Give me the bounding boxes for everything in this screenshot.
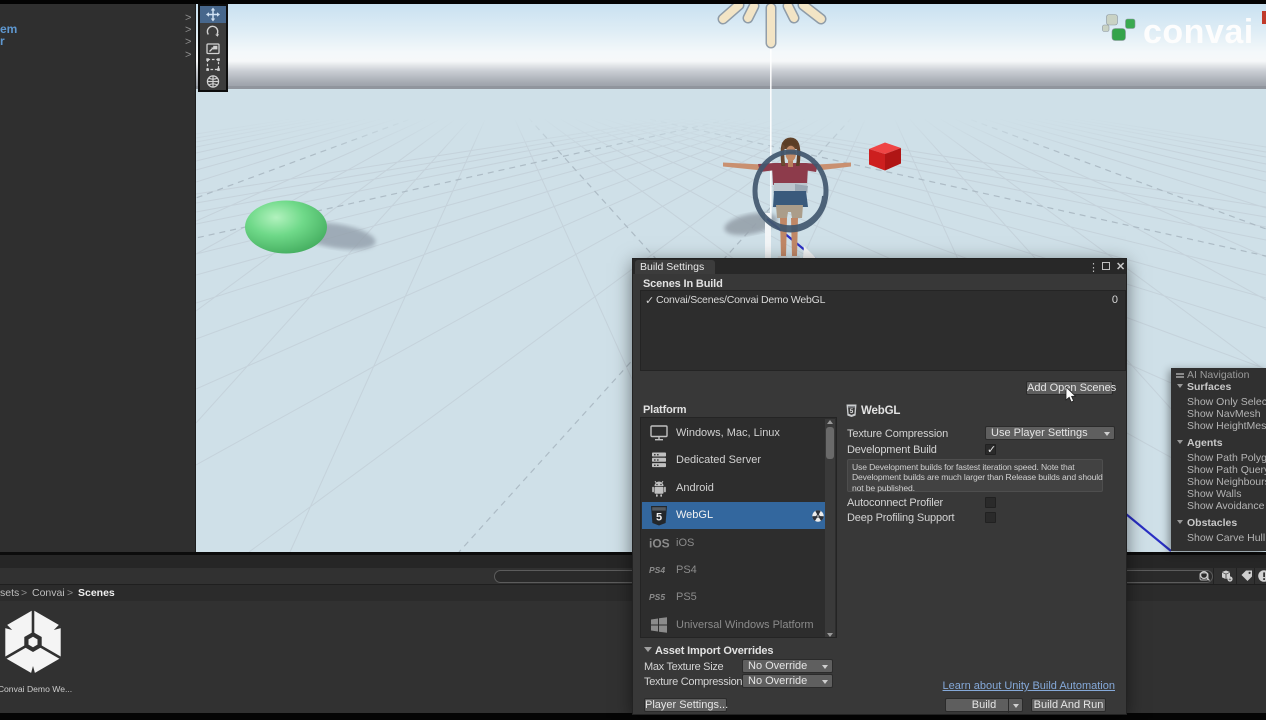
svg-text:iOS: iOS: [649, 537, 670, 551]
svg-text:PS4: PS4: [649, 565, 665, 575]
svg-text:+: +: [1229, 577, 1232, 583]
svg-text:5: 5: [656, 512, 662, 524]
svg-text:convai: convai: [1143, 13, 1254, 51]
svg-text:PS5: PS5: [649, 592, 665, 602]
